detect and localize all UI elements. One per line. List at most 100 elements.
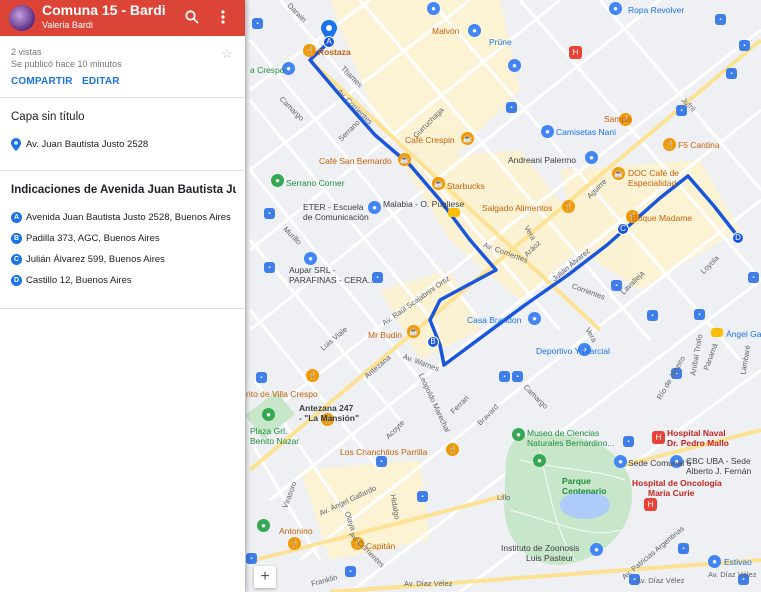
poi-cafe-crespin[interactable]: Café Crespin [405, 135, 455, 145]
poi-sampa[interactable]: Sampa [604, 114, 631, 124]
bus-stop-icon[interactable]: ▪ [678, 543, 689, 554]
poi-eter-2[interactable]: de Comunicación [303, 212, 369, 222]
route-marker-d[interactable]: D [732, 232, 744, 244]
hospital-icon[interactable]: H [652, 431, 665, 444]
cafe-icon[interactable]: ☕ [407, 325, 420, 338]
bus-stop-icon[interactable]: ▪ [345, 566, 356, 577]
school-icon[interactable]: ● [368, 201, 381, 214]
restaurant-icon[interactable]: 🍴 [663, 138, 676, 151]
bus-stop-icon[interactable]: ▪ [694, 309, 705, 320]
poi-estivao[interactable]: Estivao [724, 557, 752, 567]
hospital-icon[interactable]: H [644, 498, 657, 511]
direction-stop[interactable]: A Avenida Juan Bautista Justo 2528, Buen… [11, 212, 231, 223]
shopping-icon[interactable]: ● [468, 24, 481, 37]
poi-hospital-naval-1[interactable]: Hospital Naval [667, 428, 726, 438]
poi-f5-cantina[interactable]: F5 Cantina [678, 140, 720, 150]
poi-ropa-revolver[interactable]: Ropa Revolver [628, 5, 684, 15]
cafe-icon[interactable]: ☕ [461, 132, 474, 145]
poi-chanchitos[interactable]: Los Chanchitos Parrilla [340, 447, 427, 457]
park-icon[interactable]: ● [257, 519, 270, 532]
edit-button[interactable]: EDITAR [82, 76, 120, 87]
layer-item[interactable]: Av. Juan Bautista Justo 2528 [11, 138, 148, 151]
shopping-icon[interactable]: ● [528, 312, 541, 325]
more-options-button[interactable] [212, 6, 234, 28]
park-icon[interactable]: ● [271, 174, 284, 187]
bus-stop-icon[interactable]: ▪ [264, 262, 275, 273]
restaurant-icon[interactable]: 🍴 [288, 537, 301, 550]
bus-stop-icon[interactable]: ▪ [256, 372, 267, 383]
government-icon[interactable]: ● [614, 455, 627, 468]
bus-stop-icon[interactable]: ▪ [647, 310, 658, 321]
bus-stop-icon[interactable]: ▪ [264, 208, 275, 219]
shopping-icon[interactable]: ● [609, 2, 622, 15]
poi-camisetas-nani[interactable]: Camisetas Nani [556, 127, 616, 137]
poi-rostaza[interactable]: Rostaza [318, 47, 351, 57]
poi-plaza-crespo[interactable]: a Crespo [250, 65, 285, 75]
bus-stop-icon[interactable]: ▪ [252, 18, 263, 29]
park-icon[interactable]: ● [262, 408, 275, 421]
poi-starbucks[interactable]: Starbucks [447, 181, 485, 191]
poi-casa-brandon[interactable]: Casa Brandon [467, 315, 521, 325]
poi-oncologia-2[interactable]: María Curie [648, 488, 694, 498]
bus-stop-icon[interactable]: ▪ [748, 272, 759, 283]
poi-antezana-1[interactable]: Antezana 247 [299, 403, 353, 413]
government-icon[interactable]: ● [590, 543, 603, 556]
hospital-icon[interactable]: H [569, 46, 582, 59]
zoom-in-button[interactable]: + [254, 566, 276, 588]
poi-cbc-1[interactable]: CBC UBA - Sede [686, 456, 751, 466]
search-button[interactable] [181, 6, 203, 28]
poi-andreani[interactable]: Andreani Palermo [508, 155, 576, 165]
bus-stop-icon[interactable]: ▪ [512, 371, 523, 382]
directions-layer-title[interactable]: Indicaciones de Avenida Juan Bautista Ju… [11, 184, 236, 196]
poi-villa-crespo[interactable]: rito de Villa Crespo [246, 389, 318, 399]
poi-aupar-2[interactable]: PARAFINAS - CERA... [289, 275, 375, 285]
poi-malabia[interactable]: Malabia - O. Pugliese [383, 199, 464, 209]
poi-boque-madame[interactable]: Boque Madame [632, 213, 692, 223]
poi-antezana-2[interactable]: - "La Mansión" [299, 413, 359, 423]
direction-stop[interactable]: C Julián Álvarez 599, Buenos Aires [11, 254, 165, 265]
bus-stop-icon[interactable]: ▪ [376, 456, 387, 467]
layer-title[interactable]: Capa sin título [11, 111, 85, 123]
bus-stop-icon[interactable]: ▪ [506, 102, 517, 113]
poi-serrano-corner[interactable]: Serrano Corner [286, 178, 345, 188]
museum-icon[interactable]: ● [512, 428, 525, 441]
poi-doc-cafe-2[interactable]: Especialidad [628, 178, 676, 188]
poi-plaza-benito-2[interactable]: Benito Nazar [250, 436, 299, 446]
park-icon[interactable]: ● [533, 454, 546, 467]
cafe-icon[interactable]: ☕ [612, 167, 625, 180]
shopping-icon[interactable]: ● [541, 125, 554, 138]
cafe-icon[interactable]: ☕ [398, 153, 411, 166]
restaurant-icon[interactable]: 🍴 [562, 200, 575, 213]
restaurant-icon[interactable]: 🍴 [306, 369, 319, 382]
bus-stop-icon[interactable]: ▪ [726, 68, 737, 79]
poi-museo-2[interactable]: Naturales Bernardino... [527, 438, 614, 448]
bus-stop-icon[interactable]: ▪ [623, 436, 634, 447]
bus-stop-icon[interactable]: ▪ [417, 491, 428, 502]
poi-angel-ga[interactable]: Ángel Ga [726, 329, 761, 339]
subway-icon[interactable] [448, 208, 460, 217]
poi-zoonosis-1[interactable]: Instituto de Zoonosis [501, 543, 579, 553]
poi-museo-1[interactable]: Museo de Ciencias [527, 428, 599, 438]
poi-antonino[interactable]: Antonino [279, 526, 313, 536]
poi-oncologia-1[interactable]: Hospital de Oncología [632, 478, 722, 488]
poi-plaza-benito-1[interactable]: Plaza Grl. [250, 426, 287, 436]
shopping-icon[interactable]: ● [708, 555, 721, 568]
restaurant-icon[interactable]: 🍴 [446, 443, 459, 456]
poi-mr-budin[interactable]: Mr Budin [368, 330, 402, 340]
poi-cbc-2[interactable]: Alberto J. Fernán [686, 466, 751, 476]
direction-stop[interactable]: D Castillo 12, Buenos Aires [11, 275, 132, 286]
restaurant-icon[interactable]: 🍴 [303, 44, 316, 57]
bus-stop-icon[interactable]: ▪ [715, 14, 726, 25]
poi-parque-2[interactable]: Centenario [562, 486, 606, 496]
poi-malvon[interactable]: Malvón [432, 26, 459, 36]
poi-parque-1[interactable]: Parque [562, 476, 591, 486]
poi-aupar-1[interactable]: Aupar SRL - [289, 265, 335, 275]
poi-prune[interactable]: Prüne [489, 37, 512, 47]
poi-doc-cafe-1[interactable]: DOC Café de [628, 168, 679, 178]
bus-stop-icon[interactable]: ▪ [246, 553, 257, 564]
shopping-icon[interactable]: ● [427, 2, 440, 15]
share-button[interactable]: COMPARTIR [11, 76, 73, 87]
star-icon[interactable]: ☆ [221, 46, 233, 62]
poi-deportivo[interactable]: Deportivo Y Marcial [536, 346, 610, 356]
poi-sede-comunal[interactable]: Sede Comunal 6 [628, 458, 691, 468]
